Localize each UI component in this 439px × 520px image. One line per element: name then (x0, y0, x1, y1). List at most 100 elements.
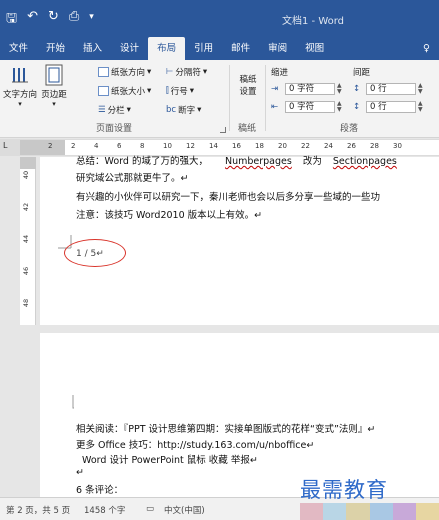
document-page-1[interactable]: 总结：Word 的域了万的强大， Numberpages 改为 Sectionp… (40, 156, 439, 325)
ruler-tick-label: 6 (117, 142, 122, 150)
page-setup-launcher-icon[interactable] (220, 127, 226, 133)
breaks-icon: ⊢ (166, 67, 174, 77)
watermark-tile (392, 503, 416, 520)
tab-selector[interactable]: L (3, 141, 17, 154)
customize-qat-icon[interactable]: ▾ (89, 12, 94, 31)
watermark-tiles (300, 503, 439, 520)
indent-heading: 缩进 (271, 68, 289, 78)
ruler-tick-label: 18 (255, 142, 264, 150)
document-line: 注意：该技巧 Word2010 版本以上有效。↵ (76, 210, 263, 221)
document-line: 更多 Office 技巧：http://study.163.com/u/nbof… (76, 440, 315, 451)
line-numbers-label: 行号 (170, 87, 188, 97)
indent-left-field[interactable]: 0 字符 (285, 83, 335, 95)
window-title: 文档1 - Word (282, 16, 345, 27)
page-count-status[interactable]: 第 2 页，共 5 页 (6, 504, 70, 516)
chevron-down-icon: ▾ (126, 105, 131, 115)
spacing-before-field[interactable]: 0 行 (366, 83, 416, 95)
proofing-icon[interactable]: ▭ (146, 504, 154, 514)
ruler-tick-label: 16 (232, 142, 241, 150)
watermark-tile (415, 503, 439, 520)
orientation-icon (98, 67, 109, 77)
ribbon-tab[interactable]: 开始 (37, 37, 74, 60)
text-direction-button[interactable]: 文字方向 ▾ (2, 64, 38, 108)
group-divider (265, 65, 266, 131)
columns-button[interactable]: ☰ 分栏 ▾ (98, 104, 131, 116)
margins-label: 页边距 (41, 90, 67, 100)
document-line: 总结：Word 的域了万的强大， Numberpages 改为 Sectionp… (76, 153, 397, 167)
language-status[interactable]: 中文(中国) (164, 504, 205, 516)
breaks-label: 分隔符 (175, 68, 201, 78)
page-setup-group-label: 页面设置 (96, 124, 133, 134)
ribbon-tab[interactable]: 邮件 (222, 37, 259, 60)
ribbon-tab[interactable]: 布局 (148, 37, 186, 60)
spacing-after-icon: ↕ (353, 102, 361, 112)
watermark-tile (323, 503, 347, 520)
columns-label: 分栏 (107, 106, 125, 116)
watermark-tile (346, 503, 370, 520)
size-icon (98, 86, 109, 96)
field-code-text: Numberpages (224, 156, 292, 167)
spacing-after-spinner[interactable]: ▲ ▼ (418, 101, 423, 113)
ruler-tick-label: 2 (48, 142, 53, 150)
ribbon-tab[interactable]: 设计 (111, 37, 148, 60)
hyphenation-label: 断字 (178, 106, 196, 116)
quick-access-toolbar: 🖫 ↶ ↻ ⎙ ▾ (6, 9, 94, 31)
text-run: 总结：Word 的域了万的强大， (76, 156, 208, 167)
orientation-button[interactable]: 纸张方向 ▾ (98, 66, 151, 78)
ruler-margin-area (20, 157, 36, 169)
margins-button[interactable]: 页边距 ▾ (40, 64, 68, 108)
title-bar: 🖫 ↶ ↻ ⎙ ▾ 文档1 - Word (0, 0, 439, 37)
indent-right-spinner[interactable]: ▲ ▼ (337, 101, 342, 113)
ruler-tick-label: 12 (186, 142, 195, 150)
document-line: 有兴趣的小伙伴可以研究一下，秦川老师也会以后多分享一些域的一些功 (76, 192, 381, 203)
word-count-status[interactable]: 1458 个字 (84, 504, 125, 516)
spacing-before-icon: ↕ (353, 84, 361, 94)
vertical-ruler-tick-label: 46 (22, 266, 31, 276)
tell-me-tab[interactable]: ♀ (414, 37, 439, 60)
chevron-down-icon: ▾ (197, 105, 202, 115)
ribbon-tab[interactable]: 引用 (185, 37, 222, 60)
draft-paper-group-label: 稿纸 (238, 124, 257, 134)
ruler-tick-label: 14 (209, 142, 218, 150)
chevron-down-icon: ▾ (52, 100, 56, 108)
document-page-2[interactable]: 相关阅读：『PPT 设计思维第四期：实接单图版式的花样“变式”法则』↵ 更多 O… (40, 333, 439, 497)
draft-paper-button[interactable]: 稿纸 设置 (234, 74, 262, 98)
document-line: ↵ (76, 467, 84, 478)
breaks-button[interactable]: ⊢ 分隔符 ▾ (166, 66, 207, 78)
ruler-margin-area (20, 140, 65, 155)
vertical-ruler-tick-label: 42 (22, 202, 31, 212)
spacing-after-field[interactable]: 0 行 (366, 101, 416, 113)
ribbon-tab[interactable]: 审阅 (259, 37, 296, 60)
ribbon-tab[interactable]: 插入 (74, 37, 111, 60)
ruler-tick-label: 26 (347, 142, 356, 150)
indent-left-icon: ⇥ (271, 84, 279, 94)
draft-paper-label: 稿纸 设置 (239, 75, 257, 97)
redo-icon[interactable]: ↻ (48, 9, 59, 31)
vertical-ruler[interactable]: 40 42 44 46 48 (20, 157, 36, 325)
ribbon-tab[interactable]: 视图 (296, 37, 333, 60)
chevron-down-icon: ▾ (18, 100, 22, 108)
save-icon[interactable]: 🖫 (6, 9, 17, 31)
vertical-ruler-tick-label: 40 (22, 170, 31, 180)
line-numbers-icon: ⫿ (166, 86, 169, 96)
size-button[interactable]: 纸张大小 ▾ (98, 85, 151, 97)
print-preview-icon[interactable]: ⎙ (69, 9, 79, 31)
text-run: 改为 (302, 156, 322, 167)
ruler-tick-label: 24 (324, 142, 333, 150)
document-line: 6 条评论： (76, 485, 124, 496)
columns-icon: ☰ (98, 105, 106, 115)
indent-right-field[interactable]: 0 字符 (285, 101, 335, 113)
undo-icon[interactable]: ↶ (27, 9, 38, 31)
ruler-tick-label: 30 (393, 142, 402, 150)
ruler-tick-label: 2 (71, 142, 76, 150)
hyphenation-button[interactable]: bc 断字 ▾ (166, 104, 201, 116)
ribbon-tabs: 文件 开始 插入 设计 布局 引用 邮件 审阅 视图 ♀ (0, 37, 439, 60)
line-numbers-button[interactable]: ⫿ 行号 ▾ (166, 85, 194, 97)
ribbon-tab[interactable]: 文件 (0, 37, 37, 60)
ruler-tick-label: 4 (94, 142, 99, 150)
spacing-before-spinner[interactable]: ▲ ▼ (418, 83, 423, 95)
document-line: 研究域公式那就更牛了。↵ (76, 173, 189, 184)
indent-left-spinner[interactable]: ▲ ▼ (337, 83, 342, 95)
chevron-down-icon: ▾ (147, 86, 152, 96)
text-direction-label: 文字方向 (2, 90, 37, 100)
